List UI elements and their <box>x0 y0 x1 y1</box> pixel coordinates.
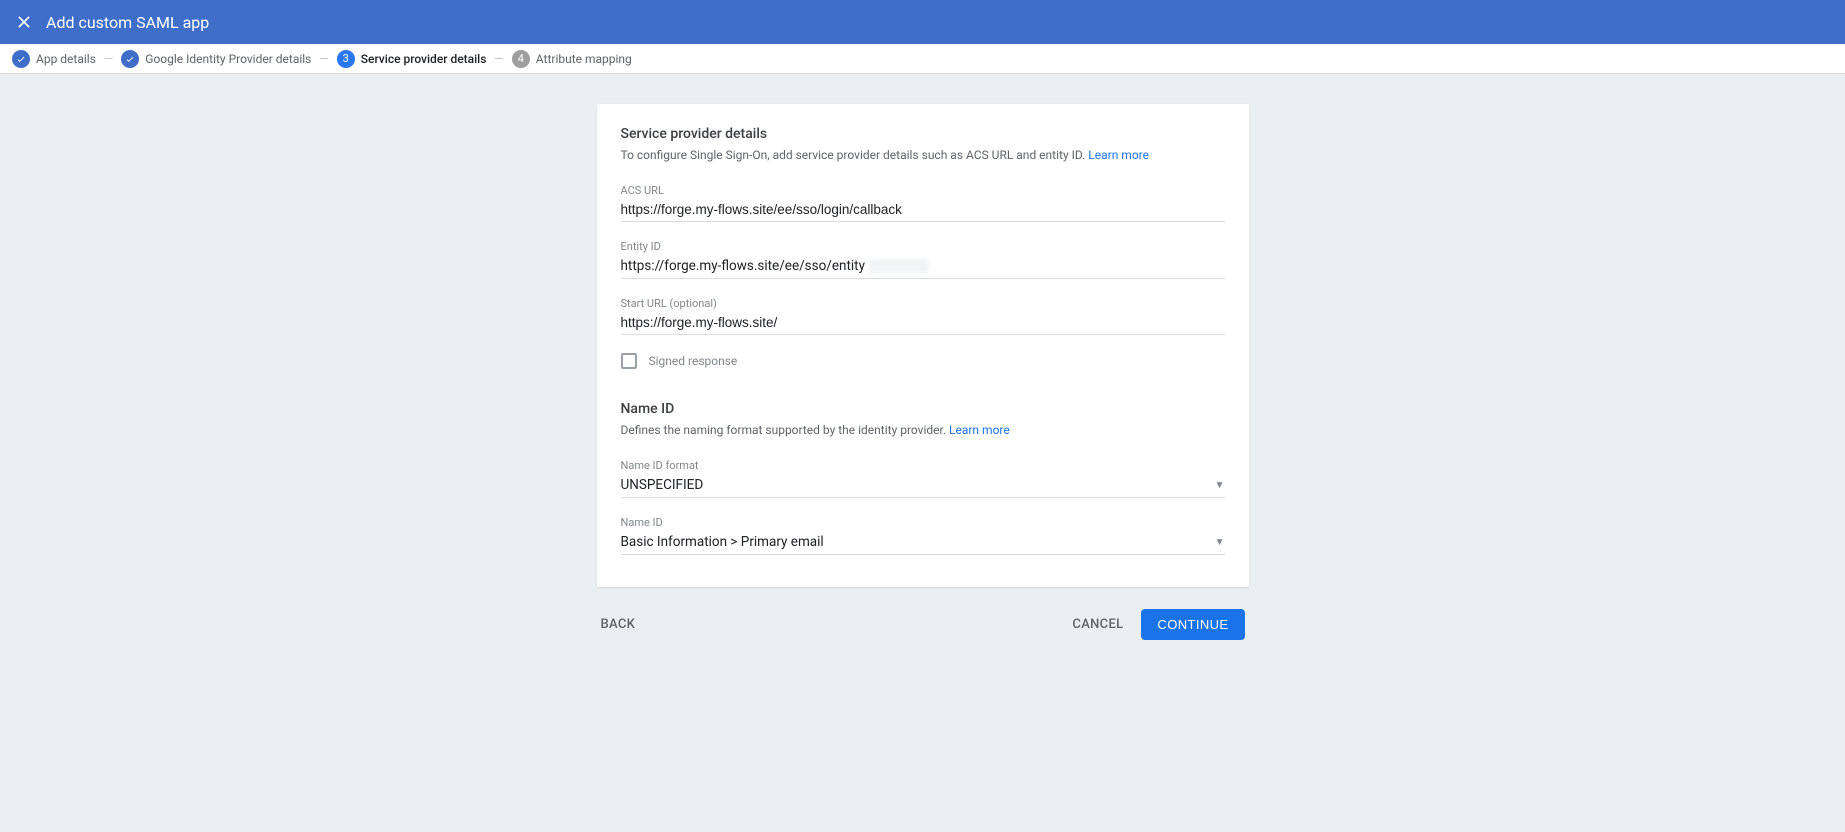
step-separator: — <box>494 52 503 66</box>
field-label: Name ID format <box>621 459 1225 472</box>
step-number-icon: 3 <box>337 50 355 68</box>
section-desc-spd: To configure Single Sign-On, add service… <box>621 148 1225 162</box>
form-card: Service provider details To configure Si… <box>597 104 1249 587</box>
page-body: Service provider details To configure Si… <box>0 74 1845 640</box>
chevron-down-icon: ▼ <box>1215 480 1225 491</box>
field-entity-id: Entity ID https://forge.my-flows.site/ee… <box>621 240 1225 279</box>
step-label: Attribute mapping <box>536 52 632 66</box>
section-title-spd: Service provider details <box>621 126 1225 142</box>
step-label: Google Identity Provider details <box>145 52 311 66</box>
continue-button[interactable]: CONTINUE <box>1141 609 1244 640</box>
step-sp-details[interactable]: 3 Service provider details <box>337 50 487 68</box>
step-app-details[interactable]: App details <box>12 50 96 68</box>
dialog-header: Add custom SAML app <box>0 0 1845 44</box>
dialog-title: Add custom SAML app <box>46 13 209 32</box>
checkmark-icon <box>12 50 30 68</box>
field-acs-url: ACS URL <box>621 184 1225 222</box>
field-nameid: Name ID Basic Information > Primary emai… <box>621 516 1225 555</box>
stepper: App details — Google Identity Provider d… <box>0 44 1845 74</box>
back-button[interactable]: BACK <box>601 617 636 632</box>
learn-more-link[interactable]: Learn more <box>1088 148 1149 162</box>
section-desc-text: Defines the naming format supported by t… <box>621 423 950 437</box>
signed-response-checkbox[interactable] <box>621 353 637 369</box>
nameid-select[interactable]: Basic Information > Primary email ▼ <box>621 531 1225 555</box>
chevron-down-icon: ▼ <box>1215 537 1225 548</box>
redacted-segment <box>869 259 929 273</box>
step-label: App details <box>36 52 96 66</box>
checkmark-icon <box>121 50 139 68</box>
cancel-button[interactable]: CANCEL <box>1072 617 1123 632</box>
signed-response-row: Signed response <box>621 353 1225 369</box>
field-label: Start URL (optional) <box>621 297 1225 310</box>
start-url-input[interactable] <box>621 312 1225 335</box>
field-nameid-format: Name ID format UNSPECIFIED ▼ <box>621 459 1225 498</box>
acs-url-input[interactable] <box>621 199 1225 222</box>
learn-more-link[interactable]: Learn more <box>949 423 1010 437</box>
select-value: UNSPECIFIED <box>621 477 704 493</box>
step-separator: — <box>319 52 328 66</box>
section-title-nameid: Name ID <box>621 401 1225 417</box>
step-separator: — <box>104 52 113 66</box>
step-attribute-mapping: 4 Attribute mapping <box>512 50 632 68</box>
field-start-url: Start URL (optional) <box>621 297 1225 335</box>
nameid-format-select[interactable]: UNSPECIFIED ▼ <box>621 474 1225 498</box>
step-idp-details[interactable]: Google Identity Provider details <box>121 50 311 68</box>
checkbox-label: Signed response <box>649 354 738 368</box>
section-desc-nameid: Defines the naming format supported by t… <box>621 423 1225 437</box>
field-label: ACS URL <box>621 184 1225 197</box>
section-desc-text: To configure Single Sign-On, add service… <box>621 148 1089 162</box>
entity-id-value[interactable]: https://forge.my-flows.site/ee/sso/entit… <box>621 258 866 274</box>
select-value: Basic Information > Primary email <box>621 534 824 550</box>
field-label: Entity ID <box>621 240 1225 253</box>
field-label: Name ID <box>621 516 1225 529</box>
step-number-icon: 4 <box>512 50 530 68</box>
step-label: Service provider details <box>361 52 487 66</box>
action-row: BACK CANCEL CONTINUE <box>597 609 1249 640</box>
close-icon[interactable] <box>12 10 36 34</box>
